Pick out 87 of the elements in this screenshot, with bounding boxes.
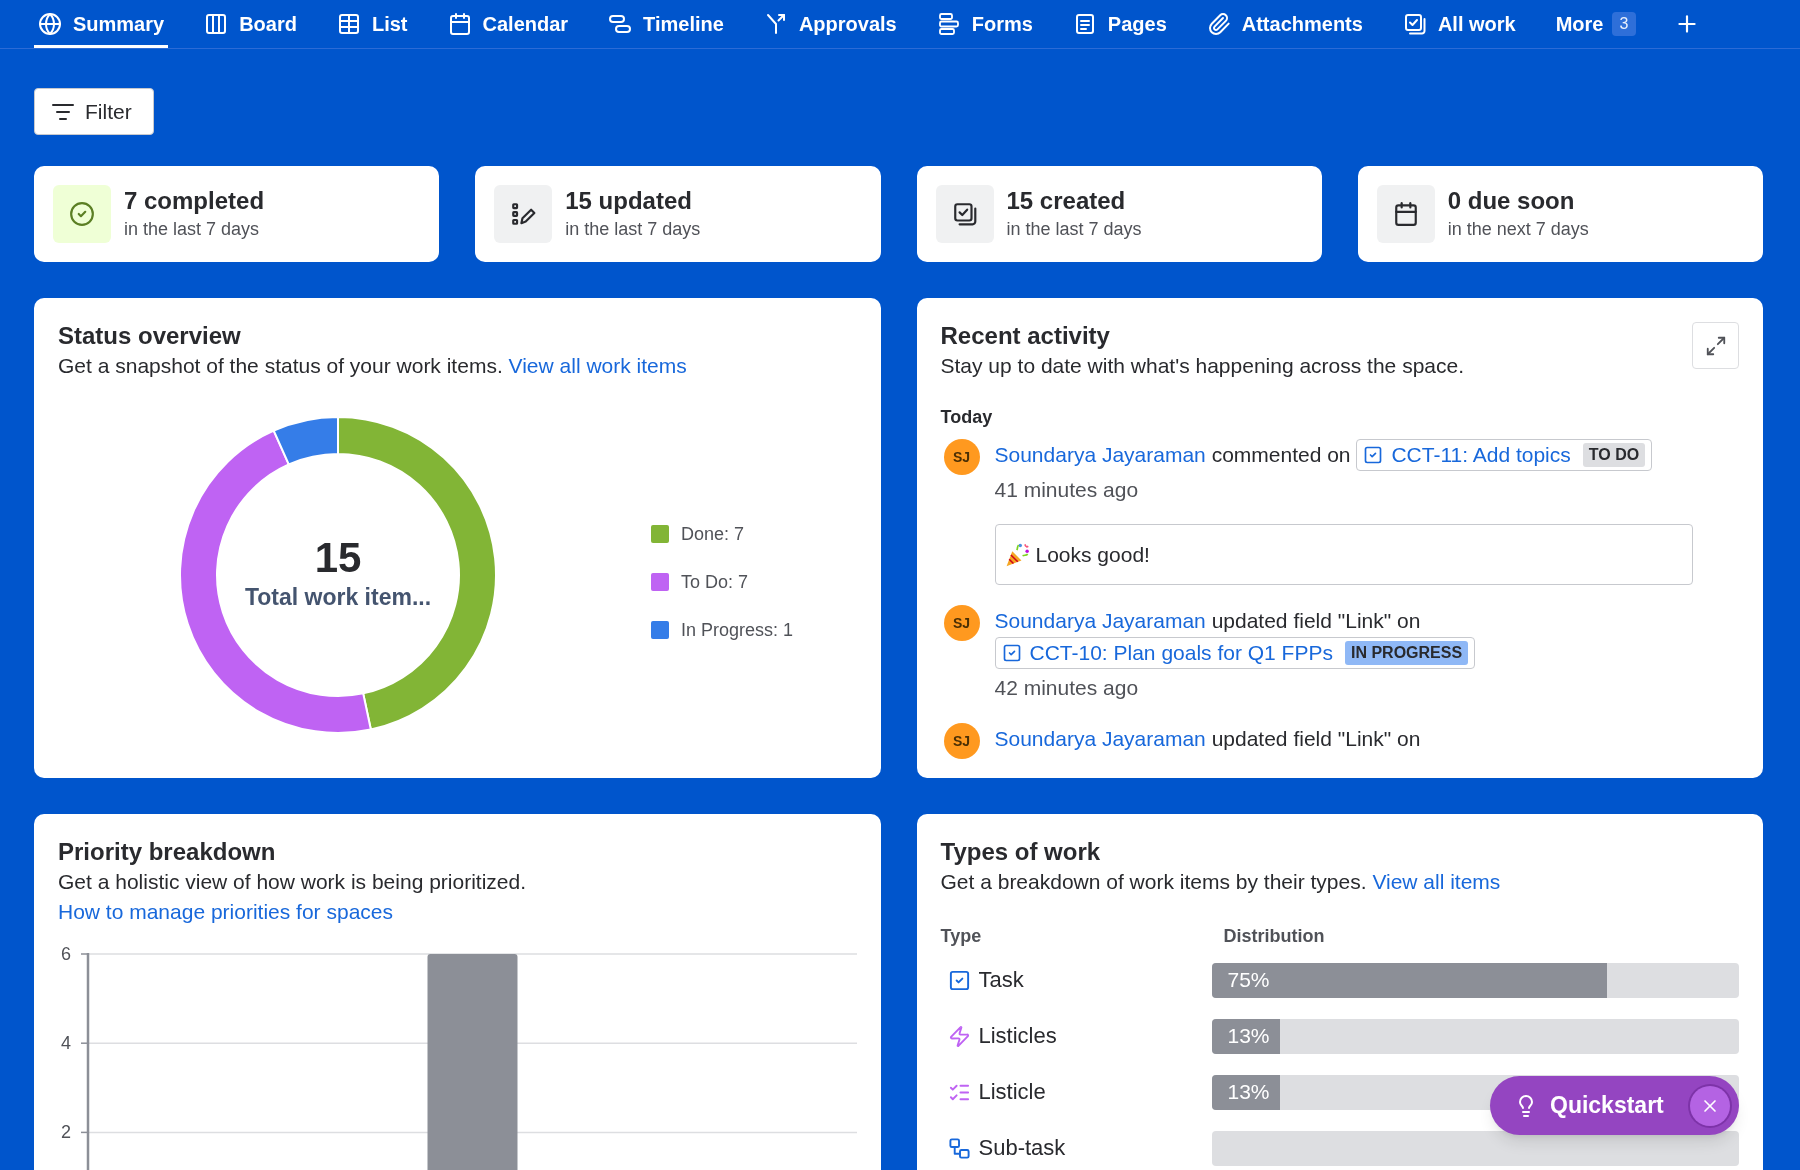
type-label: Listicles bbox=[978, 1022, 1057, 1050]
globe-icon bbox=[38, 12, 62, 36]
work-item-link[interactable]: CCT-11: Add topics TO DO bbox=[1356, 439, 1653, 471]
panel-title: Recent activity bbox=[940, 322, 1111, 350]
nav-tab[interactable]: Calendar bbox=[443, 0, 573, 48]
percent-label: 13% bbox=[1227, 1023, 1270, 1050]
columns-icon bbox=[204, 12, 229, 36]
stat-subtitle: in the last 7 days bbox=[1006, 218, 1142, 241]
timeline-icon bbox=[608, 12, 633, 36]
calendar-icon bbox=[447, 12, 472, 36]
total-count: 15 bbox=[314, 535, 362, 581]
y-tick-label: 2 bbox=[61, 1122, 71, 1143]
panel-description: Get a snapshot of the status of your work items. View all work items bbox=[58, 353, 688, 379]
stat-title: 0 due soon bbox=[1447, 186, 1576, 216]
stacked-check-icon bbox=[935, 185, 994, 243]
panel-description: Get a holistic view of how work is being prioritized. How to manage priorities for spaces bbox=[58, 869, 528, 925]
column-header: Distribution bbox=[1222, 925, 1326, 948]
check-square-icon bbox=[947, 968, 971, 992]
type-label: Listicle bbox=[978, 1078, 1046, 1106]
more-tab[interactable]: More 3 bbox=[1551, 0, 1641, 48]
avatar: SJ bbox=[943, 439, 980, 475]
check-square-icon bbox=[1363, 445, 1384, 465]
stat-title: 15 created bbox=[1006, 186, 1127, 216]
stacked-check-icon bbox=[1402, 12, 1427, 36]
expand-button[interactable] bbox=[1692, 322, 1739, 369]
paperclip-icon bbox=[1206, 12, 1231, 36]
filter-button[interactable]: Filter bbox=[34, 88, 154, 135]
activity-time: 41 minutes ago bbox=[994, 477, 1140, 503]
list-pencil-icon bbox=[494, 185, 553, 243]
stat-subtitle: in the next 7 days bbox=[1447, 218, 1589, 241]
panel-title: Status overview bbox=[58, 322, 242, 350]
user-link[interactable]: Soundarya Jayaraman bbox=[994, 609, 1206, 632]
activity-time: 42 minutes ago bbox=[994, 675, 1140, 701]
nav-tab[interactable]: Pages bbox=[1068, 0, 1171, 48]
stat-title: 7 completed bbox=[124, 186, 265, 216]
activity-action: updated field "Link" on bbox=[1211, 727, 1421, 750]
comment-text: Looks good! bbox=[1035, 541, 1150, 568]
panel-title: Types of work bbox=[940, 838, 1102, 866]
avatar: SJ bbox=[943, 605, 980, 641]
expand-icon bbox=[1704, 334, 1727, 357]
panel-link[interactable]: View all work items bbox=[508, 354, 687, 377]
nav-tab[interactable]: Forms bbox=[932, 0, 1037, 48]
stat-subtitle: in the last 7 days bbox=[124, 218, 261, 241]
nav-tab[interactable]: Summary bbox=[34, 0, 169, 48]
activity-action: commented on bbox=[1211, 443, 1351, 466]
calendar-icon bbox=[1376, 185, 1435, 243]
panel-link[interactable]: How to manage priorities for spaces bbox=[58, 900, 393, 923]
activity-action: updated field "Link" on bbox=[1211, 609, 1421, 632]
check-square-icon bbox=[1001, 643, 1022, 663]
panel-title: Priority breakdown bbox=[58, 838, 277, 866]
avatar: SJ bbox=[943, 723, 980, 759]
group-label: Today bbox=[940, 406, 993, 429]
lightning-icon bbox=[947, 1024, 971, 1048]
nav-tab[interactable]: All work bbox=[1398, 0, 1520, 48]
nav-tab[interactable]: List bbox=[332, 0, 412, 48]
count-badge: 3 bbox=[1611, 12, 1637, 36]
panel-description: Stay up to date with what's happening across the space. bbox=[940, 353, 1464, 379]
nav-tab[interactable]: Attachments bbox=[1202, 0, 1367, 48]
nav-tab[interactable]: Timeline bbox=[604, 0, 728, 48]
percent-label: 13% bbox=[1227, 1079, 1270, 1106]
y-tick-label: 6 bbox=[61, 944, 71, 964]
panel-link[interactable]: View all items bbox=[1372, 870, 1501, 893]
legend-label: In Progress: 1 bbox=[681, 619, 794, 642]
user-link[interactable]: Soundarya Jayaraman bbox=[994, 443, 1206, 466]
nav-tab[interactable]: Approvals bbox=[759, 0, 901, 48]
panel-description: Get a breakdown of work items by their types. View all items bbox=[940, 869, 1502, 895]
user-link[interactable]: Soundarya Jayaraman bbox=[994, 727, 1206, 750]
status-badge: TO DO bbox=[1582, 443, 1646, 467]
type-label: Task bbox=[978, 966, 1024, 994]
nav-tab[interactable]: Board bbox=[200, 0, 301, 48]
percent-label: 75% bbox=[1227, 967, 1270, 994]
form-icon bbox=[936, 12, 961, 36]
stat-subtitle: in the last 7 days bbox=[565, 218, 701, 241]
close-button[interactable] bbox=[1690, 1085, 1730, 1126]
quickstart-button[interactable]: Quickstart bbox=[1514, 1088, 1664, 1123]
legend-label: Done: 7 bbox=[681, 523, 745, 546]
status-badge: IN PROGRESS bbox=[1344, 641, 1469, 665]
y-tick-label: 4 bbox=[61, 1033, 71, 1054]
total-label: Total work item... bbox=[244, 583, 432, 611]
subtask-icon bbox=[947, 1136, 971, 1160]
stat-title: 15 updated bbox=[565, 186, 693, 216]
work-item-link[interactable]: CCT-10: Plan goals for Q1 FPPs IN PROGRESS bbox=[994, 637, 1476, 669]
party-popper-icon bbox=[1005, 542, 1030, 567]
type-label: Sub-task bbox=[978, 1134, 1066, 1162]
legend-label: To Do: 7 bbox=[681, 571, 749, 594]
column-header: Type bbox=[940, 925, 983, 948]
table-icon bbox=[336, 12, 361, 36]
